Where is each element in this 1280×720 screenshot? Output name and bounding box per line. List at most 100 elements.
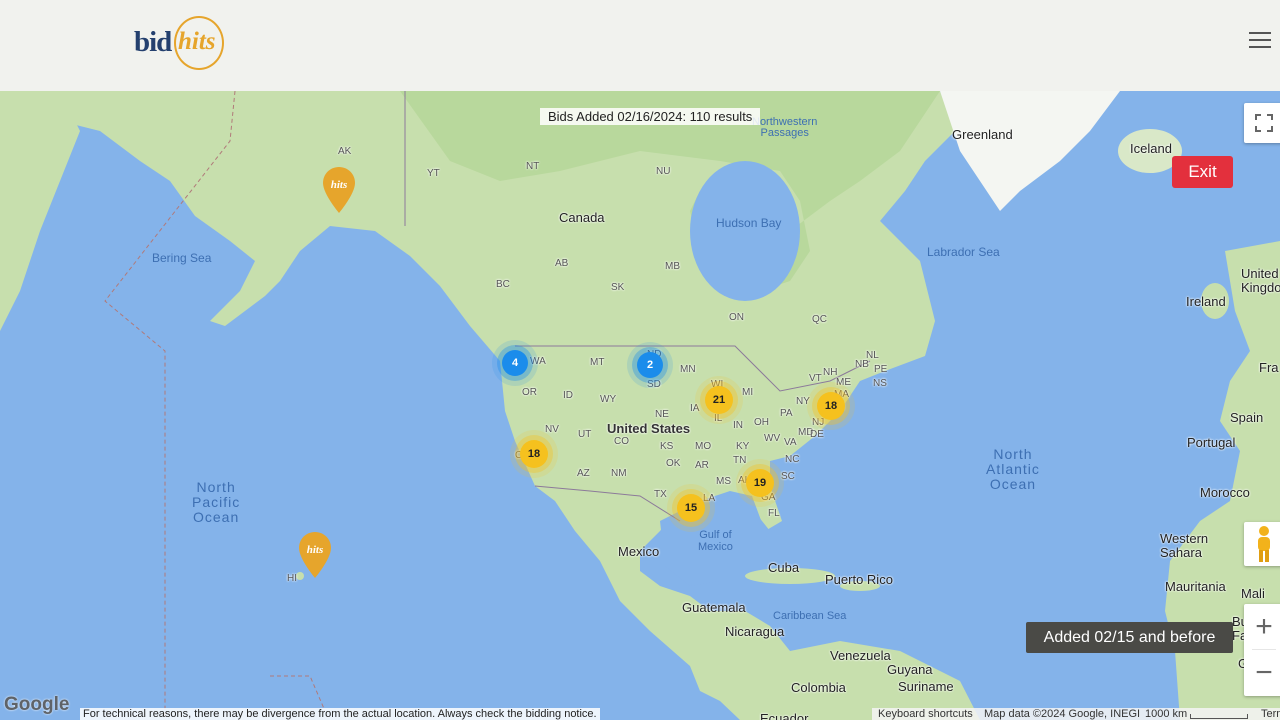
label-united-states: United States bbox=[607, 421, 691, 436]
label-pa: PA bbox=[780, 408, 793, 419]
zoom-out-button[interactable]: − bbox=[1244, 650, 1280, 695]
bid-pin-alaska[interactable]: hits bbox=[322, 166, 356, 214]
label-united-kingdom: United Kingdom bbox=[1241, 266, 1280, 295]
label-ia: IA bbox=[690, 403, 700, 414]
label-bering-sea: Bering Sea bbox=[152, 251, 212, 265]
logo-bid-text: bid bbox=[134, 26, 172, 58]
label-pe: PE bbox=[874, 364, 888, 375]
label-bc: BC bbox=[496, 279, 510, 290]
logo-hits-text: hits bbox=[178, 28, 216, 55]
label-spain: Spain bbox=[1230, 410, 1264, 425]
label-la: LA bbox=[703, 493, 716, 504]
cluster-washington[interactable]: 4 bbox=[502, 350, 528, 376]
label-portugal: Portugal bbox=[1187, 435, 1236, 450]
cluster-california[interactable]: 18 bbox=[520, 440, 548, 468]
label-nw-passages: Northwestern Passages bbox=[752, 116, 818, 139]
label-guyana: Guyana bbox=[887, 662, 933, 677]
label-qc: QC bbox=[812, 314, 827, 325]
label-north-atlantic: North Atlantic Ocean bbox=[986, 446, 1040, 492]
label-mn: MN bbox=[680, 364, 696, 375]
label-venezuela: Venezuela bbox=[830, 648, 891, 663]
label-on: ON bbox=[729, 312, 744, 323]
label-il: IL bbox=[714, 413, 723, 424]
cluster-midwest[interactable]: 21 bbox=[705, 386, 733, 414]
label-yt: YT bbox=[427, 168, 440, 179]
label-ne: NE bbox=[655, 409, 669, 420]
exit-button[interactable]: Exit bbox=[1172, 156, 1233, 188]
label-ms: MS bbox=[716, 476, 731, 487]
label-me: ME bbox=[836, 377, 851, 388]
maritime-border bbox=[270, 675, 326, 712]
label-hi: HI bbox=[287, 573, 297, 584]
label-va: VA bbox=[784, 437, 797, 448]
label-nh: NH bbox=[823, 367, 838, 378]
siberia-land bbox=[0, 91, 80, 331]
cluster-texas[interactable]: 15 bbox=[677, 494, 705, 522]
label-mexico: Mexico bbox=[618, 544, 660, 559]
map-data-text: Map data ©2024 Google, INEGI bbox=[984, 708, 1141, 720]
label-hudson-bay: Hudson Bay bbox=[716, 216, 782, 230]
cluster-dakota[interactable]: 2 bbox=[637, 352, 663, 378]
bids-map[interactable]: Greenland Iceland Canada Hudson Bay Nort… bbox=[0, 91, 1280, 720]
fullscreen-button[interactable] bbox=[1244, 103, 1280, 143]
label-western-sahara: Western Sahara bbox=[1160, 531, 1209, 560]
label-canada: Canada bbox=[559, 210, 605, 225]
pin-text: hits bbox=[307, 544, 324, 556]
label-ar: AR bbox=[695, 460, 709, 471]
label-ab: AB bbox=[555, 258, 569, 269]
fullscreen-icon bbox=[1255, 114, 1273, 132]
label-de: DE bbox=[810, 429, 824, 440]
label-tn: TN bbox=[733, 455, 747, 466]
label-nc: NC bbox=[785, 454, 800, 465]
label-ak: AK bbox=[338, 146, 352, 157]
label-morocco: Morocco bbox=[1200, 485, 1250, 500]
label-ok: OK bbox=[666, 458, 681, 469]
label-id: ID bbox=[563, 390, 573, 401]
street-view-pegman[interactable] bbox=[1244, 522, 1280, 566]
label-mauritania: Mauritania bbox=[1165, 579, 1226, 594]
label-sd: SD bbox=[647, 379, 661, 390]
label-ky: KY bbox=[736, 441, 750, 452]
label-labrador-sea: Labrador Sea bbox=[927, 245, 1000, 259]
zoom-in-button[interactable]: + bbox=[1244, 604, 1280, 649]
label-mali: Mali bbox=[1241, 586, 1265, 601]
label-guatemala: Guatemala bbox=[682, 600, 746, 615]
label-north-pacific: North Pacific Ocean bbox=[192, 479, 241, 525]
pegman-icon bbox=[1258, 526, 1270, 562]
label-co: CO bbox=[614, 436, 629, 447]
label-sk: SK bbox=[611, 282, 625, 293]
scale-bar bbox=[1190, 714, 1248, 719]
terms-link[interactable]: Terms bbox=[1261, 708, 1280, 720]
label-iceland: Iceland bbox=[1130, 141, 1172, 156]
label-mi: MI bbox=[742, 387, 754, 398]
label-or: OR bbox=[522, 387, 537, 398]
label-nicaragua: Nicaragua bbox=[725, 624, 785, 639]
cluster-southeast[interactable]: 19 bbox=[746, 469, 774, 497]
cluster-northeast[interactable]: 18 bbox=[817, 392, 845, 420]
label-france: Fra bbox=[1259, 360, 1279, 375]
zoom-control: + − bbox=[1244, 604, 1280, 696]
label-nm: NM bbox=[611, 468, 627, 479]
hamburger-icon[interactable] bbox=[1249, 32, 1271, 50]
scale-label[interactable]: 1000 km bbox=[1145, 708, 1187, 720]
label-in: IN bbox=[733, 420, 743, 431]
results-title: Bids Added 02/16/2024: 110 results bbox=[540, 108, 761, 125]
label-ecuador: Ecuador bbox=[760, 711, 809, 720]
label-puerto-rico: Puerto Rico bbox=[825, 572, 893, 587]
label-ny: NY bbox=[796, 396, 810, 407]
label-gulf-of-mexico: Gulf of Mexico bbox=[698, 529, 733, 553]
label-sc: SC bbox=[781, 471, 795, 482]
label-ut: UT bbox=[578, 429, 592, 440]
label-az: AZ bbox=[577, 468, 590, 479]
label-wv: WV bbox=[764, 433, 781, 444]
app-header: bid hits bbox=[0, 0, 1280, 91]
label-suriname: Suriname bbox=[898, 679, 954, 694]
label-ns: NS bbox=[873, 378, 887, 389]
label-nl: NL bbox=[866, 350, 879, 361]
bidhits-logo[interactable]: bid hits bbox=[134, 16, 234, 76]
bid-pin-hawaii[interactable]: hits bbox=[298, 531, 332, 579]
keyboard-shortcuts-link[interactable]: Keyboard shortcuts bbox=[878, 708, 973, 720]
google-logo: Google bbox=[4, 694, 70, 715]
label-nt: NT bbox=[526, 161, 540, 172]
label-wy: WY bbox=[600, 394, 617, 405]
